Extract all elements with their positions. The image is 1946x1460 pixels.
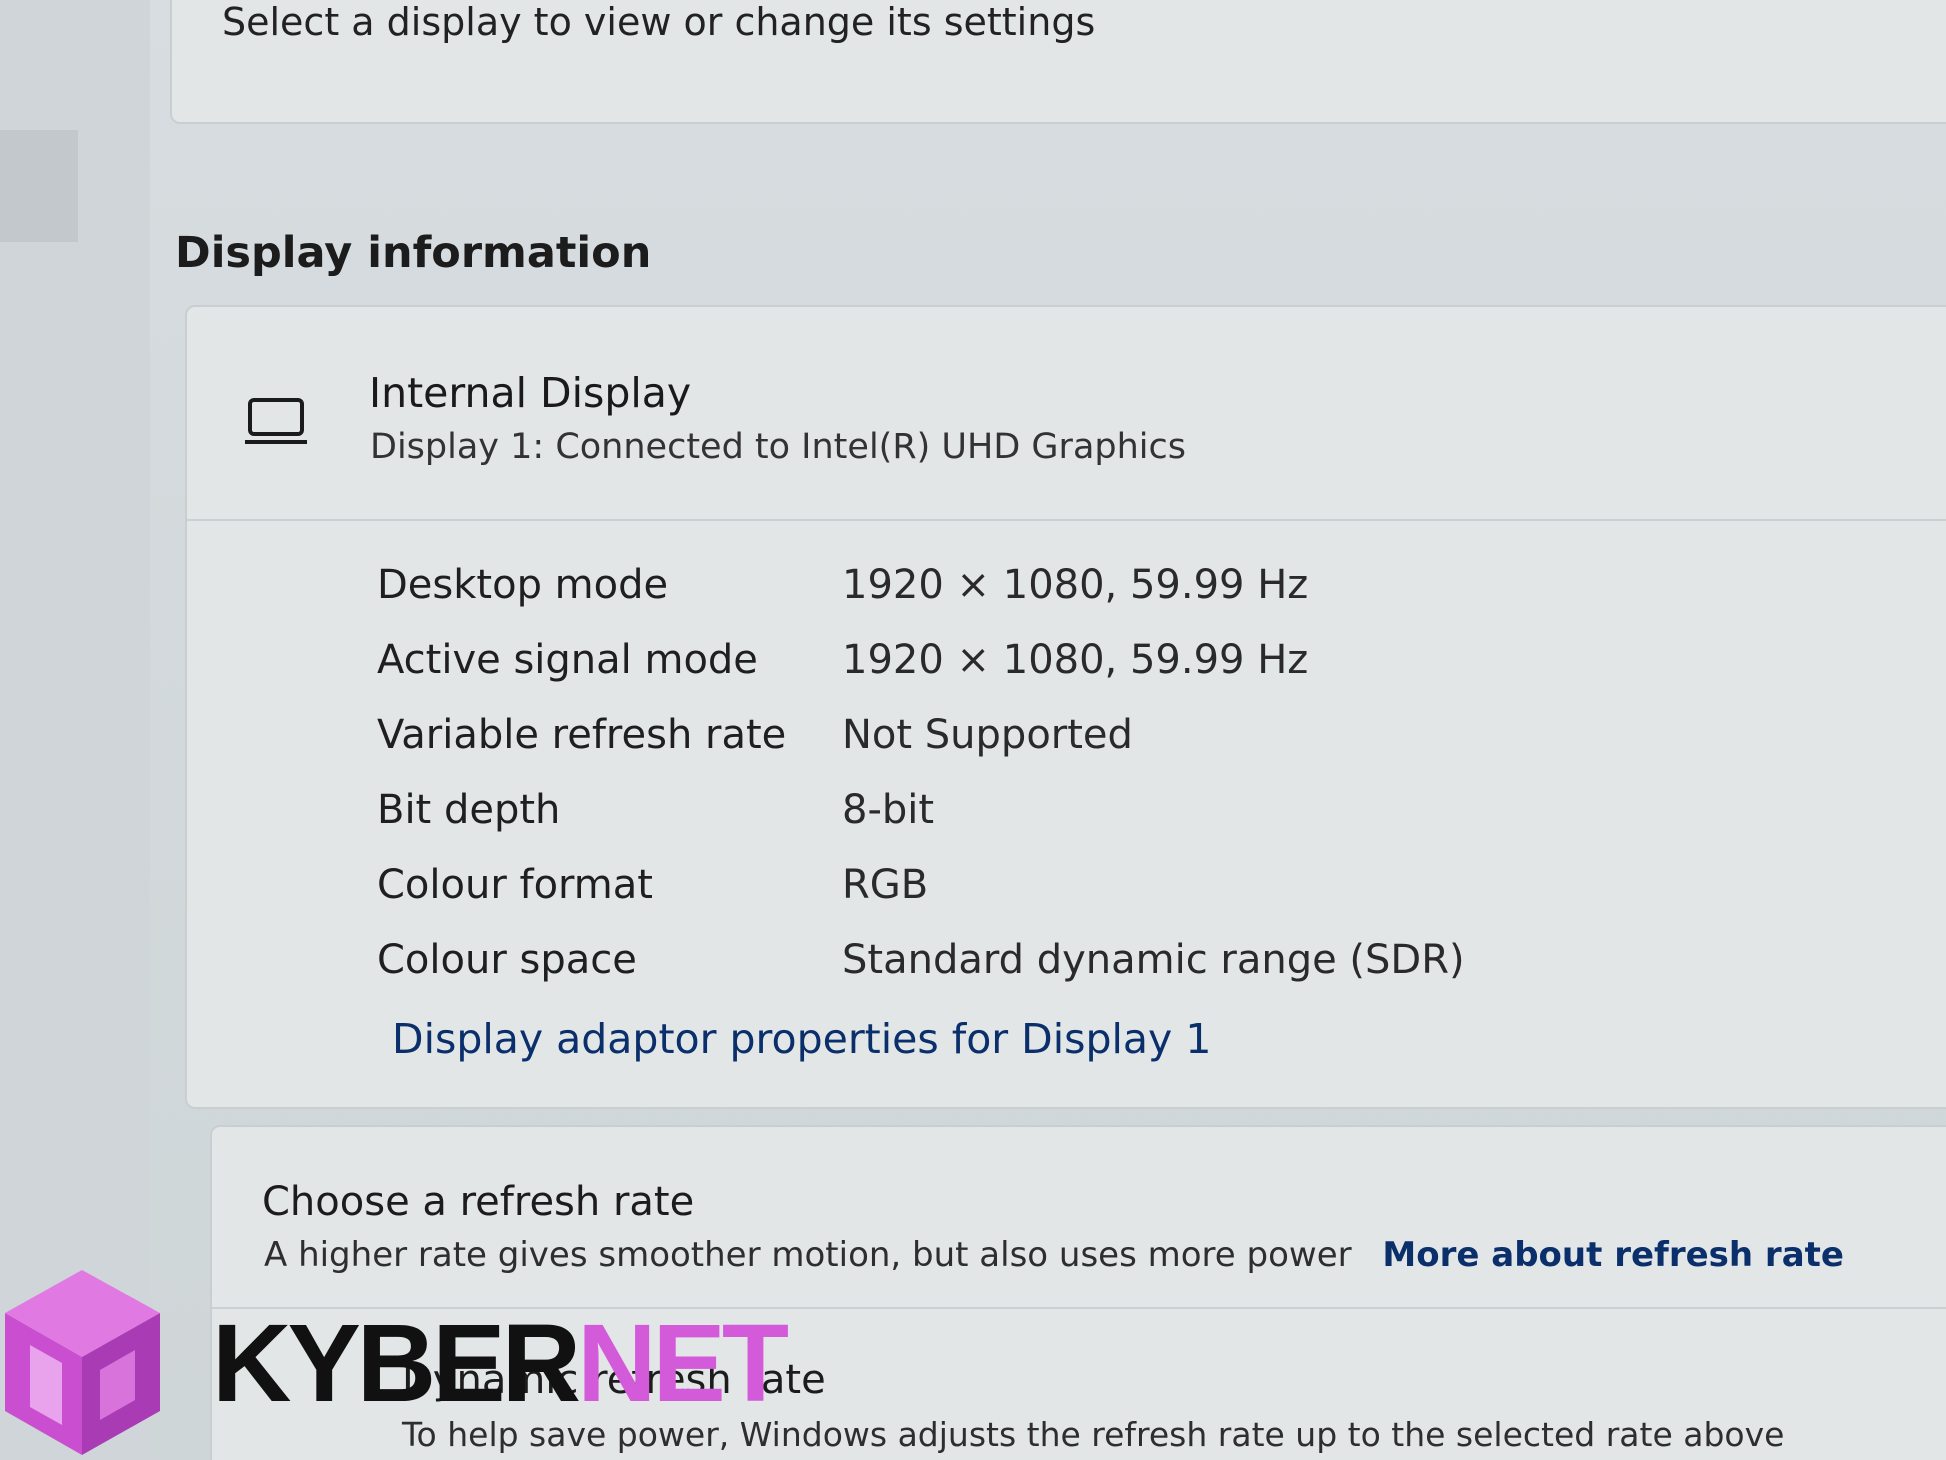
refresh-rate-title: Choose a refresh rate <box>262 1179 695 1225</box>
display-subtitle: Display 1: Connected to Intel(R) UHD Gra… <box>370 427 1186 467</box>
monitor-icon <box>245 398 307 444</box>
kybernet-logo-icon <box>5 1270 160 1455</box>
navigation-pane <box>0 0 150 1460</box>
spec-label: Colour format <box>377 862 653 908</box>
spec-value: Standard dynamic range (SDR) <box>842 937 1465 983</box>
spec-value: RGB <box>842 862 929 908</box>
spec-label: Variable refresh rate <box>377 712 787 758</box>
spec-row-active-signal-mode: Active signal mode 1920 × 1080, 59.99 Hz <box>377 637 1477 691</box>
display-info-header[interactable]: Internal Display Display 1: Connected to… <box>187 307 1946 521</box>
select-display-prompt: Select a display to view or change its s… <box>222 0 1096 44</box>
spec-row-bit-depth: Bit depth 8-bit <box>377 787 1477 841</box>
spec-label: Bit depth <box>377 787 561 833</box>
spec-value: 1920 × 1080, 59.99 Hz <box>842 562 1309 608</box>
spec-label: Desktop mode <box>377 562 669 608</box>
spec-label: Colour space <box>377 937 637 983</box>
spec-row-colour-format: Colour format RGB <box>377 862 1477 916</box>
more-about-refresh-rate-link[interactable]: More about refresh rate <box>1382 1235 1844 1275</box>
spec-value: Not Supported <box>842 712 1133 758</box>
kybernet-watermark: KYBERNET <box>0 1265 789 1460</box>
spec-value: 1920 × 1080, 59.99 Hz <box>842 637 1309 683</box>
spec-row-colour-space: Colour space Standard dynamic range (SDR… <box>377 937 1477 991</box>
display-adapter-properties-link[interactable]: Display adaptor properties for Display 1 <box>392 1015 1211 1063</box>
spec-value: 8-bit <box>842 787 935 833</box>
wordmark-part-net: NET <box>577 1302 789 1425</box>
spec-row-variable-refresh-rate: Variable refresh rate Not Supported <box>377 712 1477 766</box>
section-title: Display information <box>175 228 652 278</box>
spec-row-desktop-mode: Desktop mode 1920 × 1080, 59.99 Hz <box>377 562 1477 616</box>
wordmark-part-kyber: KYBER <box>212 1302 581 1425</box>
nav-selected-indicator <box>0 130 78 242</box>
display-name: Internal Display <box>369 369 692 417</box>
display-info-card: Internal Display Display 1: Connected to… <box>185 305 1946 1109</box>
spec-label: Active signal mode <box>377 637 758 683</box>
kybernet-wordmark: KYBERNET <box>212 1309 789 1419</box>
select-display-card[interactable]: Select a display to view or change its s… <box>170 0 1946 124</box>
